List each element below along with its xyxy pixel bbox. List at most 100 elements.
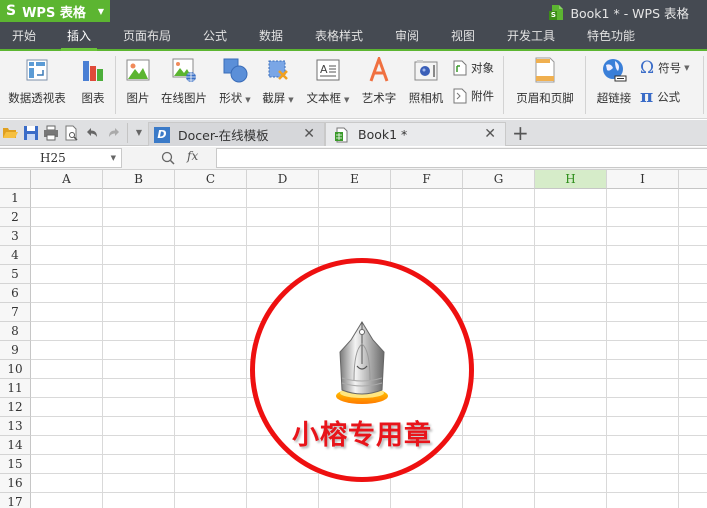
row-header-11[interactable]: 11 (0, 379, 31, 398)
seal-stamp-image[interactable]: 小榕专用章 (250, 258, 474, 482)
symbol-button[interactable]: Ω 符号 ▼ (640, 58, 690, 78)
spreadsheet-doc-icon (334, 127, 348, 143)
window-title: S Book1 * - WPS 表格 (549, 3, 689, 22)
row-header-10[interactable]: 10 (0, 360, 31, 379)
chart-button[interactable]: 图表 (77, 57, 109, 106)
screenshot-icon (265, 57, 291, 83)
gridline-vertical (606, 189, 607, 508)
doc-tab-label: Docer-在线模板 (178, 128, 269, 143)
ribbon-separator (115, 56, 116, 114)
tab-page-layout[interactable]: 页面布局 (123, 24, 171, 49)
camera-button[interactable]: 照相机 (406, 57, 446, 106)
row-header-9[interactable]: 9 (0, 341, 31, 360)
row-header-7[interactable]: 7 (0, 303, 31, 322)
docer-logo-icon: D (154, 126, 170, 143)
ribbon-separator (703, 56, 704, 114)
column-header-e[interactable]: E (319, 170, 391, 189)
column-header-h[interactable]: H (535, 170, 607, 189)
ribbon-separator (503, 56, 504, 114)
column-header-b[interactable]: B (103, 170, 175, 189)
shapes-button[interactable]: 形状 ▼ (216, 57, 254, 106)
wps-menu-label: WPS 表格 (22, 5, 86, 21)
formula-input[interactable] (216, 148, 707, 168)
gridline-horizontal (31, 207, 707, 208)
row-header-16[interactable]: 16 (0, 474, 31, 493)
header-footer-icon (532, 57, 558, 83)
attachment-icon (453, 88, 467, 104)
wps-logo-icon: S (6, 3, 17, 19)
row-header-2[interactable]: 2 (0, 208, 31, 227)
name-box[interactable]: H25 ▼ (0, 148, 122, 168)
hyperlink-button[interactable]: 超链接 (594, 57, 634, 106)
tab-insert[interactable]: 插入 (60, 24, 98, 51)
close-tab-icon[interactable]: ✕ (303, 126, 315, 142)
bar-chart-icon (80, 57, 106, 83)
open-folder-icon[interactable] (2, 125, 18, 141)
row-header-8[interactable]: 8 (0, 322, 31, 341)
header-footer-button[interactable]: 页眉和页脚 (512, 57, 578, 106)
equation-button[interactable]: π 公式 (640, 86, 680, 107)
tab-formulas[interactable]: 公式 (203, 24, 227, 49)
wps-menu-button[interactable]: S WPS 表格 ▼ (0, 0, 110, 22)
row-header-4[interactable]: 4 (0, 246, 31, 265)
undo-icon[interactable] (84, 125, 100, 141)
insert-ribbon: 数据透视表 图表 图片 在线图片 形状 ▼ 截屏 ▼ A 文本框 ▼ 艺术字 照… (0, 51, 707, 119)
redo-icon[interactable] (106, 125, 122, 141)
object-button[interactable]: 对象 (453, 60, 494, 76)
gridline-vertical (678, 189, 679, 508)
customize-toolbar-dropdown-icon[interactable]: ▼ (131, 125, 147, 141)
row-header-15[interactable]: 15 (0, 455, 31, 474)
chevron-down-icon[interactable]: ▼ (111, 149, 116, 167)
screenshot-button[interactable]: 截屏 ▼ (259, 57, 297, 106)
tab-table-style[interactable]: 表格样式 (315, 24, 363, 49)
column-header-c[interactable]: C (175, 170, 247, 189)
tab-data[interactable]: 数据 (259, 24, 283, 49)
doc-tab-book1[interactable]: Book1 * ✕ (325, 122, 506, 146)
find-function-icon[interactable] (161, 151, 175, 165)
textbox-button[interactable]: A 文本框 ▼ (303, 57, 353, 106)
tab-home[interactable]: 开始 (12, 24, 36, 49)
gridline-horizontal (31, 245, 707, 246)
stamp-text: 小榕专用章 (292, 420, 432, 451)
picture-icon (125, 57, 151, 83)
spreadsheet-file-icon: S (549, 5, 564, 20)
row-header-14[interactable]: 14 (0, 436, 31, 455)
print-preview-icon[interactable] (64, 125, 80, 141)
online-picture-button[interactable]: 在线图片 (158, 57, 210, 106)
new-tab-button[interactable]: + (512, 122, 529, 144)
row-header-1[interactable]: 1 (0, 189, 31, 208)
column-header-a[interactable]: A (31, 170, 103, 189)
select-all-corner[interactable] (0, 170, 31, 189)
row-header-13[interactable]: 13 (0, 417, 31, 436)
row-header-5[interactable]: 5 (0, 265, 31, 284)
row-header-6[interactable]: 6 (0, 284, 31, 303)
gridline-horizontal (31, 492, 707, 493)
tab-developer[interactable]: 开发工具 (507, 24, 555, 49)
tab-review[interactable]: 审阅 (395, 24, 419, 49)
camera-icon (413, 57, 439, 83)
save-icon[interactable] (23, 125, 39, 141)
column-header-f[interactable]: F (391, 170, 463, 189)
column-header-i[interactable]: I (607, 170, 679, 189)
print-icon[interactable] (43, 125, 59, 141)
wps-spreadsheet-window: S WPS 表格 ▼ S Book1 * - WPS 表格 开始 插入 页面布局… (0, 0, 707, 508)
attachment-button[interactable]: 附件 (453, 88, 494, 104)
picture-button[interactable]: 图片 (123, 57, 153, 106)
close-tab-icon[interactable]: ✕ (484, 126, 496, 142)
tab-special-features[interactable]: 特色功能 (587, 24, 635, 49)
column-header-g[interactable]: G (463, 170, 535, 189)
row-header-17[interactable]: 17 (0, 493, 31, 508)
title-bar: S WPS 表格 ▼ S Book1 * - WPS 表格 (0, 0, 707, 24)
tab-view[interactable]: 视图 (451, 24, 475, 49)
insert-function-button[interactable]: fx (187, 149, 198, 163)
wordart-button[interactable]: 艺术字 (360, 54, 398, 106)
doc-tab-docer[interactable]: D Docer-在线模板 ✕ (148, 122, 325, 146)
hyperlink-icon (601, 57, 627, 83)
row-header-3[interactable]: 3 (0, 227, 31, 246)
pivot-table-button[interactable]: 数据透视表 (5, 57, 69, 106)
column-header-d[interactable]: D (247, 170, 319, 189)
gridline-vertical (534, 189, 535, 508)
column-header-next[interactable] (679, 170, 707, 189)
row-header-12[interactable]: 12 (0, 398, 31, 417)
shapes-icon (222, 57, 248, 83)
